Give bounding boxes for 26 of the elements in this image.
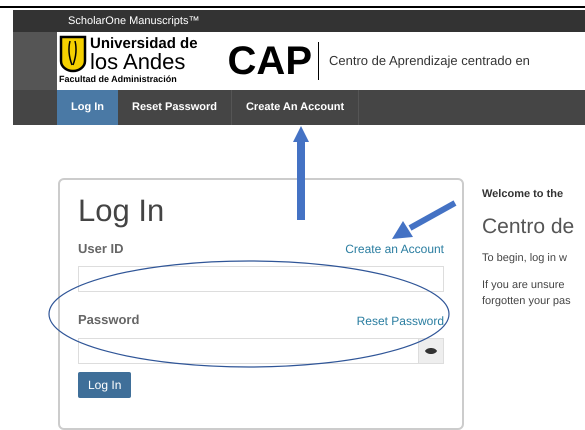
eye-toggle-button[interactable] xyxy=(418,338,443,363)
logo-text: Universidad de xyxy=(90,36,198,51)
welcome-text: forgotten your pas xyxy=(482,294,572,309)
logo-text: los Andes xyxy=(90,50,186,73)
user-id-field[interactable] xyxy=(78,266,444,292)
welcome-title: Welcome to the xyxy=(482,187,564,202)
welcome-text: If you are unsure xyxy=(482,278,566,292)
diagonal-arrow xyxy=(392,200,456,239)
field-label: User ID xyxy=(78,240,124,258)
eye-icon xyxy=(425,346,437,355)
nav-tab[interactable]: Reset Password xyxy=(118,90,232,125)
reset-password-link[interactable]: Reset Password xyxy=(356,312,444,330)
banner-subtitle: Centro de Aprendizaje centrado en xyxy=(329,52,530,70)
field-label: Password xyxy=(78,311,140,330)
nav-tab[interactable]: Log In xyxy=(57,90,118,125)
login-heading: Log In xyxy=(78,192,164,230)
top-bar-title: ScholarOne Manuscripts™ xyxy=(68,14,200,29)
logo-caption: Facultad de Administración xyxy=(59,73,178,86)
password-field[interactable] xyxy=(78,338,444,364)
shield-logo-icon xyxy=(59,35,87,74)
nav-tab[interactable]: Create An Account xyxy=(232,90,360,125)
login-button[interactable]: Log In xyxy=(78,372,132,398)
create-account-link[interactable]: Create an Account xyxy=(345,240,444,258)
welcome-heading: Centro de xyxy=(482,214,574,240)
welcome-text: To begin, log in w xyxy=(482,251,568,266)
banner-acronym: CAP xyxy=(228,41,312,81)
